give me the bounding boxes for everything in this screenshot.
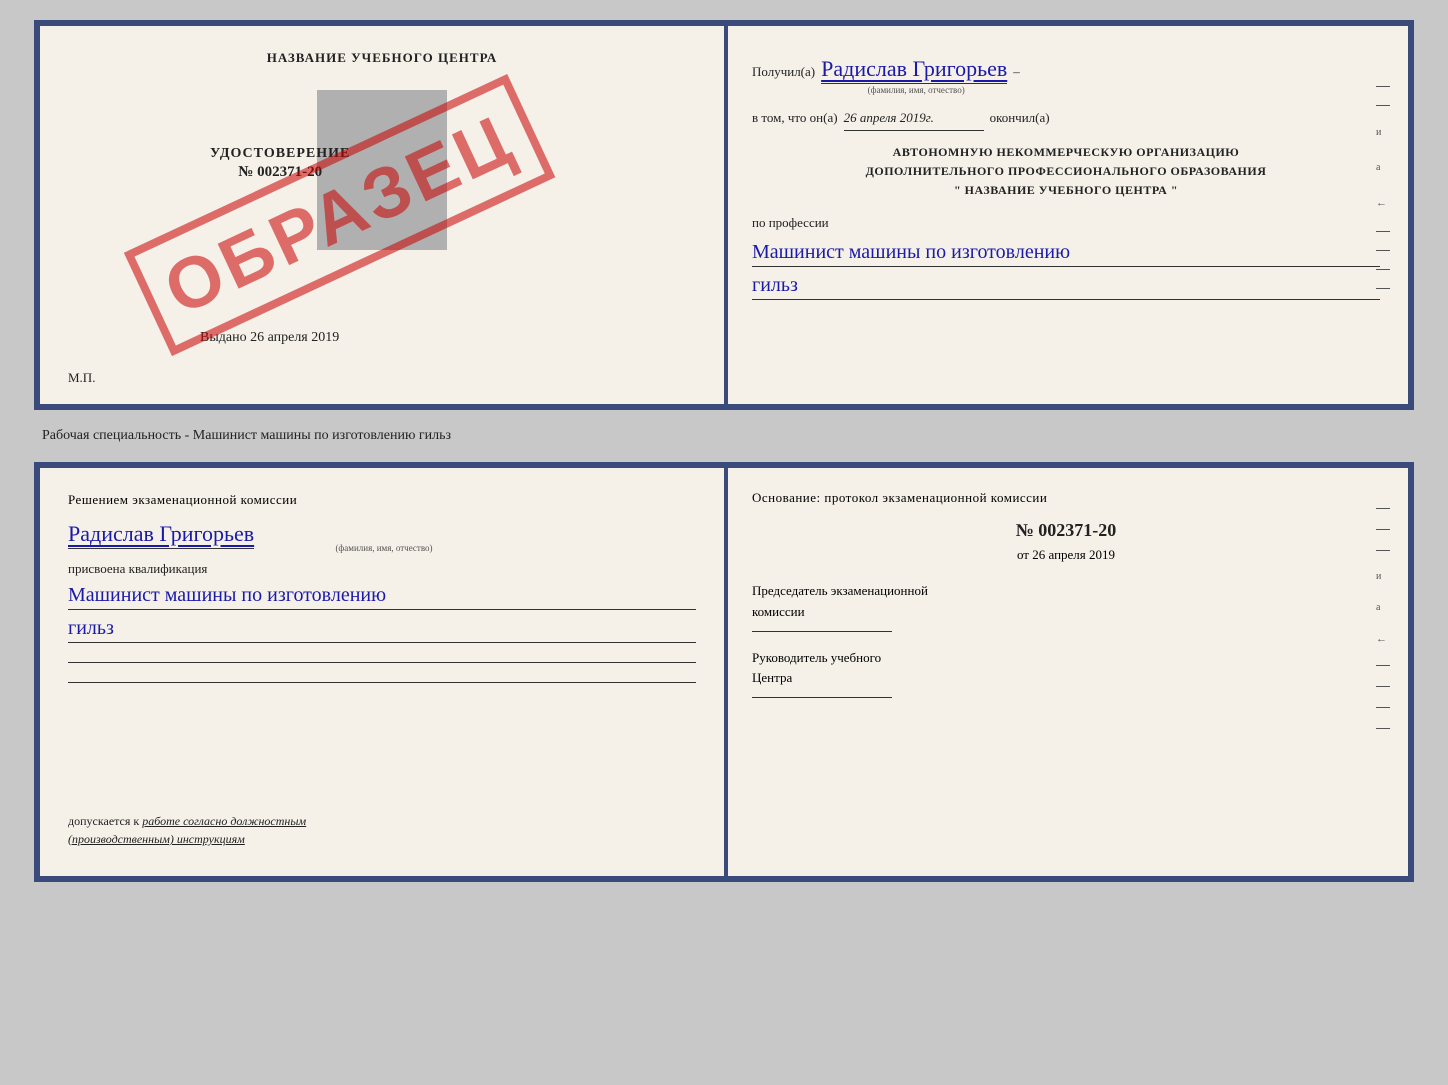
dash-mark-3 (1376, 231, 1390, 232)
subtitle-line: Рабочая специальность - Машинист машины … (34, 428, 1414, 444)
predsedatel-line2: комиссии (752, 602, 1380, 623)
nomer-value-bottom: 002371-20 (1038, 520, 1116, 540)
bottom-doc-right: Основание: протокол экзаменационной коми… (724, 468, 1408, 876)
bottom-right-margin-marks: и а ← (1376, 508, 1390, 729)
org-name: НАЗВАНИЕ УЧЕБНОГО ЦЕНТРА (965, 183, 1168, 197)
b-dash-3 (1376, 550, 1390, 551)
side-text-i: и (1376, 124, 1390, 141)
udostoverenie-label: УДОСТОВЕРЕНИЕ (210, 146, 350, 162)
b-side-i: и (1376, 571, 1390, 582)
org-line2: ДОПОЛНИТЕЛЬНОГО ПРОФЕССИОНАЛЬНОГО ОБРАЗО… (752, 162, 1380, 181)
predsedatel-line1: Председатель экзаменационной (752, 581, 1380, 602)
poluchil-line: Получил(а) Радислав Григорьев (фамилия, … (752, 50, 1380, 99)
org-block: АВТОНОМНУЮ НЕКОММЕРЧЕСКУЮ ОРГАНИЗАЦИЮ ДО… (752, 143, 1380, 201)
qualification-line1: Машинист машины по изготовлению (68, 581, 696, 610)
recipient-name: Радислав Григорьев (821, 56, 1007, 84)
completion-date: 26 апреля 2019г. (844, 107, 984, 131)
okonchil-label: окончил(а) (990, 107, 1050, 129)
qualification-line2: гильз (68, 614, 696, 643)
ot-date-block: от 26 апреля 2019 (752, 547, 1380, 563)
vydano-label: Выдано (200, 330, 247, 345)
dash-after-name: – (1013, 61, 1020, 83)
org-line1: АВТОНОМНУЮ НЕКОММЕРЧЕСКУЮ ОРГАНИЗАЦИЮ (752, 143, 1380, 162)
b-dash-1 (1376, 508, 1390, 509)
protocol-number: № 002371-20 (752, 520, 1380, 541)
prisvoena-label: присвоена квалификация (68, 561, 696, 577)
extra-line-2 (68, 665, 696, 683)
org-quote2: " (1171, 183, 1178, 197)
vtom-label: в том, что он(а) (752, 107, 838, 129)
dash-mark-5 (1376, 269, 1390, 270)
mp-label: М.П. (68, 370, 95, 386)
bottom-recipient-name: Радислав Григорьев (68, 521, 254, 549)
b-dash-2 (1376, 529, 1390, 530)
b-dash-4 (1376, 665, 1390, 666)
top-doc-left: НАЗВАНИЕ УЧЕБНОГО ЦЕНТРА ОБРАЗЕЦ УДОСТОВ… (40, 26, 724, 404)
vtom-line: в том, что он(а) 26 апреля 2019г. окончи… (752, 107, 1380, 131)
b-dash-5 (1376, 686, 1390, 687)
side-text-a: а (1376, 159, 1390, 176)
side-text-arrow: ← (1376, 194, 1390, 213)
nomer-label-bottom: № (1016, 520, 1034, 540)
b-dash-7 (1376, 728, 1390, 729)
b-side-arrow: ← (1376, 633, 1390, 645)
dash-mark-4 (1376, 250, 1390, 251)
dopuskaetsya-label: допускается к (68, 814, 139, 828)
osnovanie-label: Основание: протокол экзаменационной коми… (752, 490, 1380, 506)
recipient-block: Радислав Григорьев (фамилия, имя, отчест… (821, 50, 1007, 99)
dash-mark-1 (1376, 86, 1390, 87)
b-dash-6 (1376, 707, 1390, 708)
udostoverenie-block: УДОСТОВЕРЕНИЕ № 002371-20 (210, 146, 350, 181)
poluchil-label: Получил(а) (752, 61, 815, 83)
rukovoditel-line1: Руководитель учебного (752, 648, 1380, 669)
extra-line-1 (68, 645, 696, 663)
org-name-line: " НАЗВАНИЕ УЧЕБНОГО ЦЕНТРА " (752, 181, 1380, 200)
po-professii-label: по профессии (752, 215, 829, 230)
predsedatel-block: Председатель экзаменационной комиссии (752, 581, 1380, 632)
dash-mark-2 (1376, 105, 1390, 106)
vydano-block: Выдано 26 апреля 2019 (200, 330, 339, 346)
resheniyem-label: Решением экзаменационной комиссии (68, 490, 696, 511)
profession-line1: Машинист машины по изготовлению (752, 238, 1380, 267)
b-side-a: а (1376, 602, 1390, 613)
udostoverenie-nomer: № 002371-20 (210, 164, 350, 181)
fio-subtitle: (фамилия, имя, отчество) (825, 83, 1007, 98)
qualification-block: Машинист машины по изготовлению гильз (68, 581, 696, 643)
professiya-block: по профессии Машинист машины по изготовл… (752, 212, 1380, 300)
bottom-doc-left: Решением экзаменационной комиссии Радисл… (40, 468, 724, 876)
dopuskaetsya-block: допускается к работе согласно должностны… (68, 812, 408, 848)
predsedatel-signature-line (752, 631, 892, 632)
rukovoditel-line2: Центра (752, 668, 1380, 689)
vydano-date: 26 апреля 2019 (250, 330, 339, 345)
komissia-name-block: Радислав Григорьев (фамилия, имя, отчест… (68, 521, 696, 553)
top-doc-right: Получил(а) Радислав Григорьев (фамилия, … (724, 26, 1408, 404)
rukovoditel-block: Руководитель учебного Центра (752, 648, 1380, 699)
ot-date-value: 26 апреля 2019 (1032, 547, 1115, 562)
ot-label: от (1017, 547, 1029, 562)
org-quote1: " (954, 183, 961, 197)
right-margin-marks: и а ← (1376, 86, 1390, 289)
profession-line2: гильз (752, 271, 1380, 300)
top-left-title: НАЗВАНИЕ УЧЕБНОГО ЦЕНТРА (267, 50, 498, 66)
top-document: НАЗВАНИЕ УЧЕБНОГО ЦЕНТРА ОБРАЗЕЦ УДОСТОВ… (34, 20, 1414, 410)
rukovoditel-signature-line (752, 697, 892, 698)
bottom-document: Решением экзаменационной комиссии Радисл… (34, 462, 1414, 882)
dash-mark-6 (1376, 288, 1390, 289)
